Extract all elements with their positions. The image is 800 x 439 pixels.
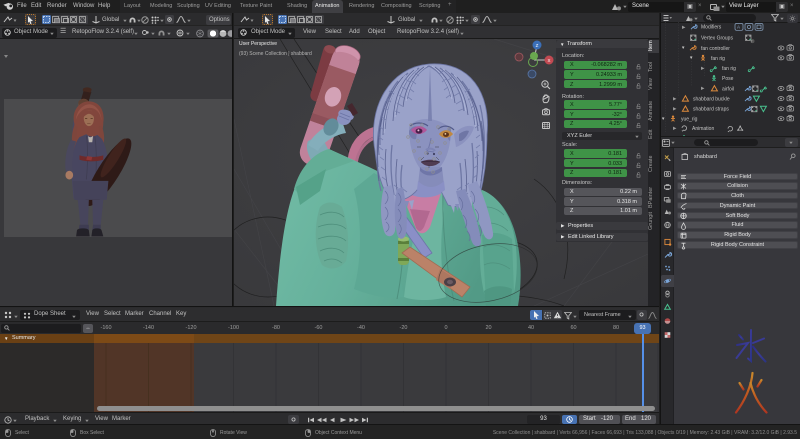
svg-text:▶: ▶ — [701, 66, 705, 71]
svg-text:Modifiers: Modifiers — [701, 25, 722, 31]
svg-text:yue_rig: yue_rig — [681, 117, 698, 123]
svg-text:▼: ▼ — [689, 55, 693, 60]
svg-text:shabbard buckle: shabbard buckle — [693, 97, 730, 103]
svg-text:fan controller: fan controller — [701, 46, 730, 52]
svg-text:Animation: Animation — [692, 126, 714, 132]
svg-text:▼: ▼ — [661, 116, 665, 121]
svg-text:Pose: Pose — [722, 76, 734, 82]
svg-text:▶: ▶ — [682, 25, 686, 30]
svg-text:A: A — [737, 25, 740, 30]
svg-text:▼: ▼ — [681, 45, 685, 50]
svg-text:Vertex Groups: Vertex Groups — [701, 35, 733, 41]
svg-text:f: f — [751, 40, 752, 44]
svg-text:▶: ▶ — [673, 96, 677, 101]
svg-text:Z: Z — [536, 43, 539, 48]
svg-text:▶: ▶ — [673, 126, 677, 131]
svg-text:▶: ▶ — [701, 86, 705, 91]
svg-text:fan rig: fan rig — [711, 56, 725, 62]
svg-text:X: X — [547, 58, 550, 63]
svg-text:▶: ▶ — [673, 106, 677, 111]
svg-text:shabbard straps: shabbard straps — [693, 107, 729, 113]
svg-text:airfoil: airfoil — [722, 86, 734, 92]
svg-text:fan rig: fan rig — [722, 66, 736, 72]
